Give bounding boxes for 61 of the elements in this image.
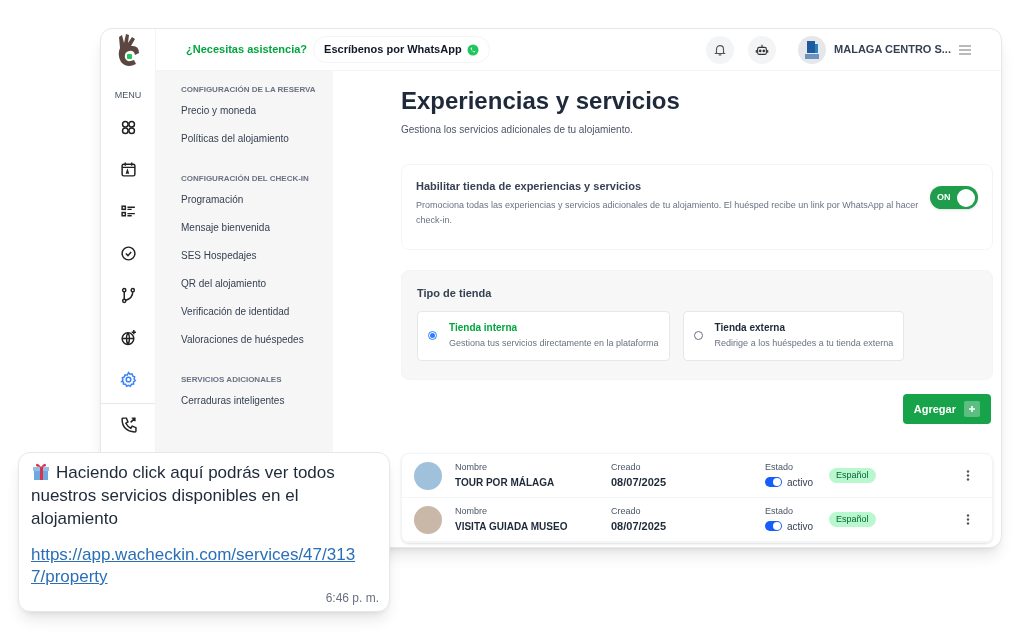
status-toggle[interactable] bbox=[765, 477, 782, 488]
field-value: 08/07/2025 bbox=[611, 519, 668, 534]
chat-link[interactable]: https://app.wacheckin.com/services/47/3137/property bbox=[31, 544, 361, 588]
more-options-icon[interactable] bbox=[966, 514, 970, 525]
option-title: Tienda interna bbox=[449, 321, 519, 336]
section-title: Tipo de tienda bbox=[417, 286, 493, 301]
field-label: Nombre bbox=[455, 505, 488, 519]
settings-menu-item[interactable]: Programación bbox=[181, 193, 244, 206]
menu-section-heading: SERVICIOS ADICIONALES bbox=[181, 375, 282, 385]
field-value: 08/07/2025 bbox=[611, 475, 668, 490]
status-text: activo bbox=[787, 475, 814, 490]
photo-placeholder bbox=[414, 505, 442, 534]
plus-icon bbox=[964, 401, 980, 417]
page-subtitle: Gestiona los servicios adicionales de tu alojamiento. bbox=[401, 123, 634, 137]
menu-section-heading: CONFIGURACIÓN DE LA RESERVA bbox=[181, 85, 316, 95]
field-label: Nombre bbox=[455, 461, 488, 475]
option-description: Gestiona tus servicios directamente en la plataforma bbox=[449, 337, 659, 351]
setting-description: Promociona todas las experiencias y servicios adicionales de tu alojamiento. El huésped recibe un link por WhatsApp al hacer check-in. bbox=[416, 198, 920, 227]
settings-menu-item[interactable]: SES Hospedajes bbox=[181, 249, 257, 262]
language-tag: Español bbox=[829, 467, 876, 484]
setting-title: Habilitar tienda de experiencias y servicios bbox=[416, 179, 642, 194]
menu-section-heading: CONFIGURACIÓN DEL CHECK-IN bbox=[181, 174, 309, 184]
settings-menu-item[interactable]: Precio y moneda bbox=[181, 104, 257, 117]
option-description: Redirige a los huéspedes a tu tienda externa bbox=[714, 337, 894, 351]
help-text: ¿Necesitas asistencia? bbox=[186, 42, 308, 58]
message-time: 6:46 p. m. bbox=[325, 590, 379, 607]
status-text: activo bbox=[787, 519, 814, 534]
radio-button[interactable] bbox=[428, 331, 437, 340]
chat-message: Haciendo click aquí podrás ver todos nuestros servicios disponibles en el alojamiento bbox=[31, 461, 336, 530]
switch-knob bbox=[957, 188, 975, 207]
robot-icon bbox=[755, 42, 770, 57]
settings-menu-item[interactable]: Verificación de identidad bbox=[181, 305, 290, 318]
language-tag: Español bbox=[829, 511, 876, 528]
field-value: TOUR POR MÁLAGA bbox=[455, 475, 556, 490]
settings-menu-item[interactable]: Mensaje bienvenida bbox=[181, 221, 270, 234]
field-label: Creado bbox=[611, 460, 642, 474]
field-label: Creado bbox=[611, 504, 642, 518]
option-title: Tienda externa bbox=[714, 321, 786, 336]
bell-icon bbox=[713, 42, 728, 57]
building-logo-icon bbox=[798, 35, 827, 64]
notification-button[interactable] bbox=[706, 35, 735, 64]
assistant-button[interactable] bbox=[748, 35, 777, 64]
settings-menu-item[interactable]: QR del alojamiento bbox=[181, 277, 267, 290]
account-name[interactable]: MALAGA CENTRO S... bbox=[834, 41, 951, 58]
settings-menu-item[interactable]: Cerraduras inteligentes bbox=[181, 394, 285, 407]
gift-icon bbox=[31, 461, 51, 481]
photo-placeholder bbox=[414, 461, 442, 490]
toggle-switch[interactable]: ON bbox=[930, 186, 978, 209]
whatsapp-icon bbox=[466, 43, 479, 56]
more-options-icon[interactable] bbox=[966, 470, 970, 481]
field-value: VISITA GUIADA MUSEO bbox=[455, 519, 569, 534]
page-title: Experiencias y servicios bbox=[401, 86, 681, 116]
settings-menu-item[interactable]: Valoraciones de huéspedes bbox=[181, 333, 304, 346]
settings-menu-item[interactable]: Políticas del alojamiento bbox=[181, 132, 289, 145]
field-label: Estado bbox=[765, 505, 795, 519]
field-label: Estado bbox=[765, 461, 795, 475]
menu-label: MENU bbox=[114, 89, 142, 102]
store-type-option[interactable]: Tienda externa Redirige a los huéspedes a tu tienda externa bbox=[682, 310, 905, 361]
store-type-option[interactable]: Tienda interna Gestiona tus servicios directamente en la plataforma bbox=[417, 310, 670, 361]
whatsapp-button[interactable]: Escríbenos por WhatsApp bbox=[313, 36, 490, 63]
status-toggle[interactable] bbox=[765, 521, 782, 532]
